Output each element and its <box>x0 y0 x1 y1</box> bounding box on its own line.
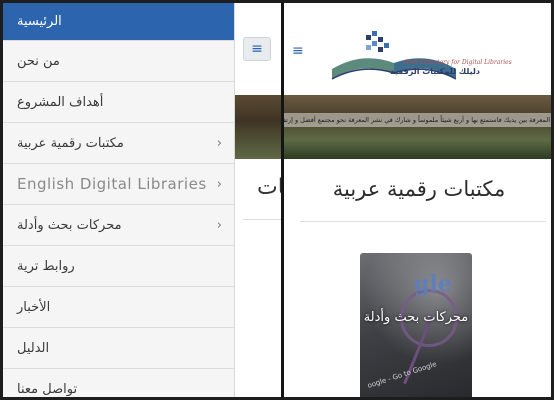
logo-arabic-text: دليلك للمكتبات الرقمية <box>390 67 480 76</box>
logo-icon <box>331 31 457 80</box>
search-engines-card[interactable]: gle محركات بحث وأدلة oogle - Go to Googl… <box>360 253 472 397</box>
menu-item-directory[interactable]: الدليل <box>3 328 234 369</box>
menu-item-label: روابط ترية <box>17 258 75 274</box>
divider-line <box>300 221 546 222</box>
divider-line <box>243 219 281 220</box>
menu-item-label: من نحن <box>17 53 60 69</box>
menu-item-home[interactable]: الرئيسية <box>3 3 234 41</box>
menu-item-label: English Digital Libraries <box>17 175 207 193</box>
menu-item-search-engines[interactable]: محركات بحث وأدلة › <box>3 205 234 246</box>
menu-item-label: محركات بحث وأدلة <box>17 217 122 233</box>
chevron-right-icon[interactable]: › <box>208 218 222 233</box>
hero-banner: المعرفة بين يديك فاستمتع بها و أربع شيئا… <box>284 95 551 159</box>
card-brand-fragment: gle <box>414 271 452 297</box>
menu-item-label: تواصل معنا <box>17 381 78 397</box>
menu-item-news[interactable]: الأخبار <box>3 287 234 328</box>
hero-caption: المعرفة بين يديك فاستمتع بها و أربع شيئا… <box>284 113 551 127</box>
card-label: محركات بحث وأدلة <box>363 310 469 325</box>
hero-banner-fragment <box>235 95 281 159</box>
menu-item-label: الدليل <box>17 340 50 356</box>
menu-item-educational-links[interactable]: روابط ترية <box>3 246 234 287</box>
background-page-strip: ≡ مكتبات <box>235 3 281 397</box>
menu-item-arabic-libraries[interactable]: مكتبات رقمية عربية › <box>3 123 234 164</box>
menu-item-about[interactable]: من نحن <box>3 41 234 82</box>
menu-item-label: الأخبار <box>17 299 51 315</box>
menu-item-english-libraries[interactable]: English Digital Libraries › <box>3 164 234 205</box>
menu-item-label: أهداف المشروع <box>17 94 104 110</box>
page-title: مكتبات رقمية عربية <box>332 177 506 201</box>
chevron-right-icon[interactable]: › <box>208 136 222 151</box>
logo-english-text: Arab Directory for Digital Libraries <box>404 59 512 66</box>
site-logo[interactable]: Arab Directory for Digital Libraries دلي… <box>328 23 512 87</box>
hamburger-icon[interactable]: ≡ <box>292 43 304 59</box>
chevron-right-icon[interactable]: › <box>208 177 222 192</box>
screenshot-frame: الرئيسية من نحن أهداف المشروع مكتبات رقم… <box>0 0 554 400</box>
menu-item-label: الرئيسية <box>17 14 62 29</box>
section-title-fragment: مكتبات <box>257 175 281 200</box>
menu-item-contact[interactable]: تواصل معنا <box>3 369 234 397</box>
hamburger-icon[interactable]: ≡ <box>243 37 271 61</box>
main-page: ≡ Arab Directory for Digital Libraries د… <box>284 3 551 397</box>
side-drawer: الرئيسية من نحن أهداف المشروع مكتبات رقم… <box>3 3 235 397</box>
menu-item-label: مكتبات رقمية عربية <box>17 135 124 151</box>
menu-item-goals[interactable]: أهداف المشروع <box>3 82 234 123</box>
